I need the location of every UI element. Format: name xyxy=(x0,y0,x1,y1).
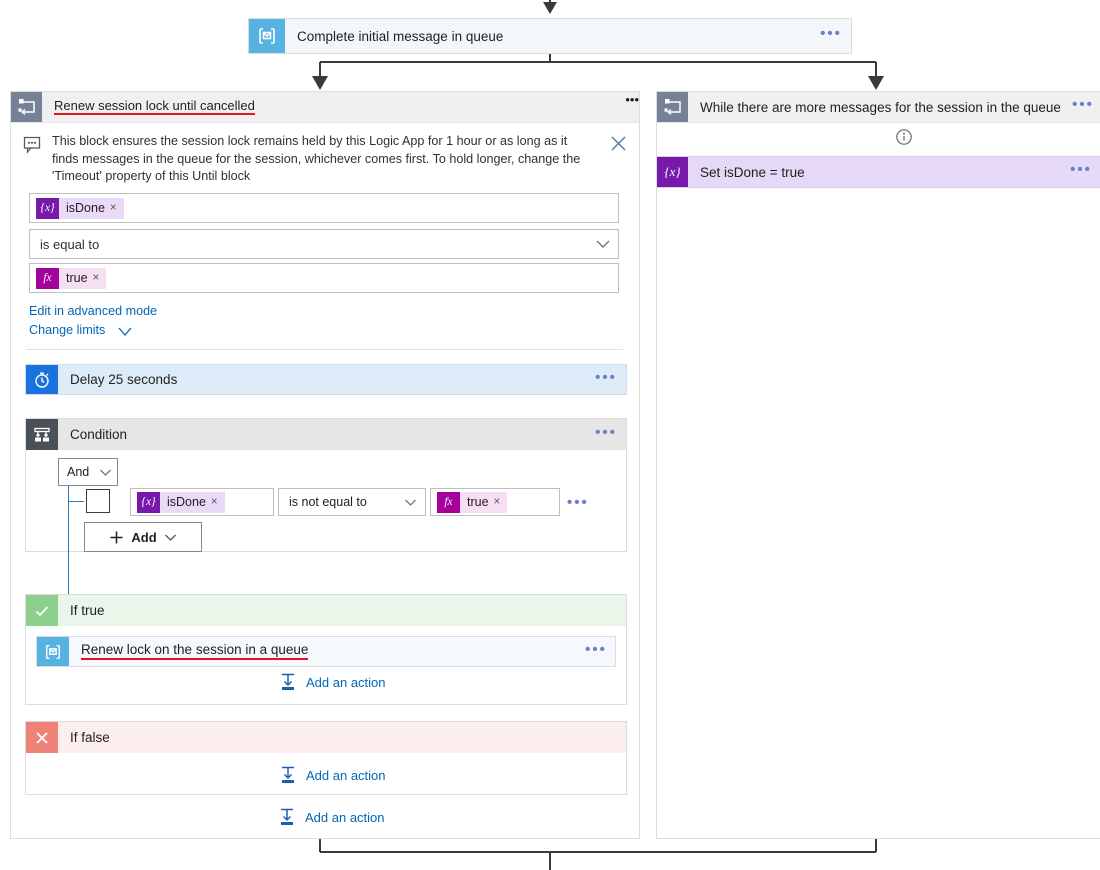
add-label: Add xyxy=(131,530,156,545)
variable-glyph: {x} xyxy=(664,164,680,180)
condition-icon xyxy=(26,419,58,450)
service-bus-icon xyxy=(37,637,69,666)
info-circle-icon[interactable] xyxy=(895,128,913,146)
until-loop-icon xyxy=(657,92,688,122)
until-operator-dropdown[interactable]: is equal to xyxy=(29,229,619,259)
until-left-operand-field[interactable]: {x} isDone × xyxy=(29,193,619,223)
until-block-title: Renew session lock until cancelled xyxy=(54,99,255,116)
if-false-branch-container: If false Add an action xyxy=(25,721,627,795)
add-an-action-if-false[interactable]: Add an action xyxy=(278,766,386,784)
add-condition-button[interactable]: Add xyxy=(84,522,202,552)
plus-icon xyxy=(109,530,124,545)
chevron-down-icon[interactable] xyxy=(404,498,417,507)
more-menu-button[interactable]: ••• xyxy=(586,365,626,394)
add-action-icon xyxy=(277,808,297,826)
more-menu-button[interactable]: ••• xyxy=(1061,157,1100,187)
remove-token-icon[interactable]: × xyxy=(93,272,107,284)
action-title: Renew lock on the session in a queue xyxy=(81,643,308,660)
service-bus-icon xyxy=(249,19,285,53)
if-true-label: If true xyxy=(58,595,105,626)
add-an-action-until-footer[interactable]: Add an action xyxy=(277,808,385,826)
change-limits-link[interactable]: Change limits xyxy=(29,323,105,337)
variable-glyph: {x} xyxy=(36,198,59,219)
expression-glyph: fx xyxy=(36,268,59,289)
condition-operator-dropdown[interactable]: is not equal to xyxy=(278,488,426,516)
action-title: Delay 25 seconds xyxy=(58,365,586,394)
chevron-down-icon[interactable] xyxy=(99,468,112,477)
add-action-icon xyxy=(278,766,298,784)
token-label: isDone xyxy=(59,201,110,215)
variable-icon: {x} xyxy=(657,157,688,187)
more-menu-button[interactable]: ••• xyxy=(811,19,851,53)
more-menu-button[interactable]: ••• xyxy=(625,92,639,122)
close-icon[interactable] xyxy=(598,133,638,153)
add-action-label: Add an action xyxy=(306,675,386,690)
chevron-down-icon[interactable] xyxy=(596,239,610,249)
expression-token-true[interactable]: fx true × xyxy=(437,492,507,513)
logic-operator-value: And xyxy=(67,465,89,479)
action-title: Set isDone = true xyxy=(688,157,1061,187)
until-block-comment: This block ensures the session lock rema… xyxy=(12,124,638,186)
section-divider xyxy=(26,349,623,350)
while-block-container: While there are more messages for the se… xyxy=(656,91,1100,839)
if-true-header[interactable]: If true xyxy=(26,595,626,626)
add-an-action-if-true[interactable]: Add an action xyxy=(278,673,386,691)
edit-advanced-mode-link[interactable]: Edit in advanced mode xyxy=(29,304,157,318)
variable-token-isdone[interactable]: {x} isDone × xyxy=(137,492,225,513)
logic-app-designer-canvas: Complete initial message in queue ••• xyxy=(0,0,1100,870)
action-card-delay[interactable]: Delay 25 seconds ••• xyxy=(25,364,627,395)
token-label: isDone xyxy=(160,495,211,509)
remove-token-icon[interactable]: × xyxy=(110,202,124,214)
condition-row-more-button[interactable]: ••• xyxy=(567,494,589,511)
if-true-branch-container: If true Renew lock on the session in a q… xyxy=(25,594,627,705)
check-icon xyxy=(26,595,58,626)
add-action-label: Add an action xyxy=(305,810,385,825)
if-false-label: If false xyxy=(58,722,110,753)
expression-glyph: fx xyxy=(437,492,460,513)
action-title: Complete initial message in queue xyxy=(285,19,811,53)
chevron-down-icon[interactable] xyxy=(164,533,177,542)
chevron-down-icon[interactable] xyxy=(117,326,133,337)
action-card-renew-lock[interactable]: Renew lock on the session in a queue ••• xyxy=(36,636,616,667)
while-block-header[interactable]: While there are more messages for the se… xyxy=(657,92,1100,123)
if-false-header[interactable]: If false xyxy=(26,722,626,753)
x-icon xyxy=(26,722,58,753)
comment-icon xyxy=(12,133,52,154)
variable-token-isdone[interactable]: {x} isDone × xyxy=(36,198,124,219)
more-menu-button[interactable]: ••• xyxy=(586,419,626,450)
remove-token-icon[interactable]: × xyxy=(494,496,508,508)
operator-value: is not equal to xyxy=(289,495,367,509)
add-action-icon xyxy=(278,673,298,691)
condition-right-operand-field[interactable]: fx true × xyxy=(430,488,560,516)
action-card-complete-initial-message[interactable]: Complete initial message in queue ••• xyxy=(248,18,852,54)
condition-title: Condition xyxy=(58,419,586,450)
remove-token-icon[interactable]: × xyxy=(211,496,225,508)
action-card-set-isdone[interactable]: {x} Set isDone = true ••• xyxy=(657,156,1100,188)
until-block-header[interactable]: Renew session lock until cancelled ••• xyxy=(11,92,639,123)
token-label: true xyxy=(460,495,494,509)
condition-row-checkbox[interactable] xyxy=(86,489,110,513)
logic-operator-dropdown[interactable]: And xyxy=(58,458,118,486)
until-right-operand-field[interactable]: fx true × xyxy=(29,263,619,293)
while-block-title: While there are more messages for the se… xyxy=(688,92,1065,122)
add-action-label: Add an action xyxy=(306,768,386,783)
more-menu-button[interactable]: ••• xyxy=(577,637,615,666)
until-loop-icon xyxy=(11,92,42,122)
operator-value: is equal to xyxy=(40,237,99,252)
until-block-container: Renew session lock until cancelled ••• T… xyxy=(10,91,640,839)
condition-header[interactable]: Condition ••• xyxy=(26,419,626,450)
expression-token-true[interactable]: fx true × xyxy=(36,268,106,289)
clock-icon xyxy=(26,365,58,394)
comment-text: This block ensures the session lock rema… xyxy=(52,133,598,186)
condition-tree-branch-row xyxy=(68,501,84,502)
token-label: true xyxy=(59,271,93,285)
condition-left-operand-field[interactable]: {x} isDone × xyxy=(130,488,274,516)
variable-glyph: {x} xyxy=(137,492,160,513)
more-menu-button[interactable]: ••• xyxy=(1065,92,1100,122)
